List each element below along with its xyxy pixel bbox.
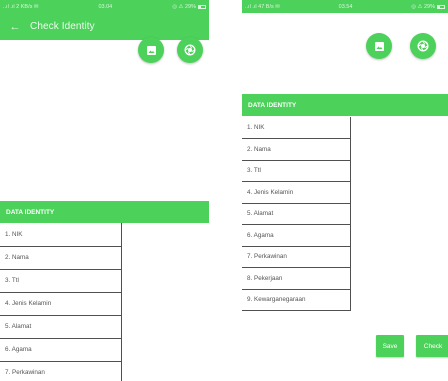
left-screen: ..ıl .ıl 2 KB/s ✉ 03.04 ◎ ⚠ 29% ← Check … xyxy=(0,0,209,381)
field-label: 3. Ttl xyxy=(242,160,350,182)
field-value xyxy=(120,223,122,247)
image-gallery-icon xyxy=(374,41,384,51)
field-value xyxy=(120,269,122,293)
table-row: 2. Nama xyxy=(0,246,122,270)
check-button[interactable]: Check xyxy=(416,335,448,357)
right-screen: ..ıl .ıl 47 B/s ✉ 03.54 ◎ ⚠ 29% DATA IDE… xyxy=(242,0,448,381)
table-row: 7. Perkawinan xyxy=(242,246,351,268)
table-row: 8. Pekerjaan xyxy=(242,267,351,290)
identity-table: 1. NIK 2. Nama 3. Ttl 4. Jenis Kelamin 5. Al… xyxy=(242,117,351,311)
table-row: 5. Alamat xyxy=(0,315,122,339)
field-label: 9. Kewarganegaraan xyxy=(242,289,350,311)
field-label: 6. Agama xyxy=(0,338,121,362)
field-label: 2. Nama xyxy=(0,246,121,270)
field-value xyxy=(120,338,122,362)
field-value xyxy=(120,292,122,316)
field-value xyxy=(120,246,122,270)
battery-icon xyxy=(197,4,206,9)
gallery-button[interactable] xyxy=(366,33,392,59)
status-bar: ..ıl .ıl 47 B/s ✉ 03.54 ◎ ⚠ 29% xyxy=(242,0,448,13)
status-indicators: ◎ ⚠ 29% xyxy=(411,3,435,10)
image-gallery-icon xyxy=(146,45,156,55)
camera-button[interactable] xyxy=(410,33,436,59)
table-row: 1. NIK xyxy=(242,117,351,139)
save-button[interactable]: Save xyxy=(376,335,404,357)
camera-button[interactable] xyxy=(177,37,203,63)
field-label: 5. Alamat xyxy=(0,315,121,339)
field-value xyxy=(349,224,351,247)
app-bar: ← Check Identity xyxy=(0,13,209,40)
table-row: 9. Kewarganegaraan xyxy=(242,289,351,311)
top-bar: ..ıl .ıl 2 KB/s ✉ 03.04 ◎ ⚠ 29% ← Check … xyxy=(0,0,209,40)
field-value xyxy=(349,117,351,139)
section-header: DATA IDENTITY xyxy=(242,94,448,116)
field-value xyxy=(120,315,122,339)
camera-shutter-icon xyxy=(184,44,196,56)
page-title: Check Identity xyxy=(30,21,95,32)
table-row: 4. Jenis Kelamin xyxy=(0,292,122,316)
table-row: 3. Ttl xyxy=(0,269,122,293)
field-label: 4. Jenis Kelamin xyxy=(0,292,121,316)
battery-icon xyxy=(437,4,445,9)
field-label: 7. Perkawinan xyxy=(0,361,121,381)
table-row: 7. Perkawinan xyxy=(0,361,122,381)
field-value xyxy=(349,289,351,311)
field-value xyxy=(349,160,351,182)
field-label: 4. Jenis Kelamin xyxy=(242,181,350,204)
field-value xyxy=(349,267,351,290)
field-label: 6. Agama xyxy=(242,224,350,247)
field-label: 1. NIK xyxy=(0,223,121,247)
table-row: 6. Agama xyxy=(0,338,122,362)
table-row: 1. NIK xyxy=(0,223,122,247)
table-row: 6. Agama xyxy=(242,224,351,247)
field-value xyxy=(120,361,122,381)
field-label: 5. Alamat xyxy=(242,203,350,225)
gallery-button[interactable] xyxy=(138,37,164,63)
field-value xyxy=(349,203,351,225)
table-row: 2. Nama xyxy=(242,138,351,161)
table-row: 5. Alamat xyxy=(242,203,351,225)
status-time: 03.54 xyxy=(338,3,353,10)
table-row: 4. Jenis Kelamin xyxy=(242,181,351,204)
identity-table: 1. NIK 2. Nama 3. Ttl 4. Jenis Kelamin 5. Al… xyxy=(0,223,122,381)
status-time: 03.04 xyxy=(98,3,113,10)
field-value xyxy=(349,138,351,161)
field-value xyxy=(349,246,351,268)
camera-shutter-icon xyxy=(417,40,429,52)
status-signal: ..ıl .ıl 47 B/s ✉ xyxy=(245,3,280,10)
field-label: 3. Ttl xyxy=(0,269,121,293)
arrow-left-icon[interactable]: ← xyxy=(0,21,30,33)
table-row: 3. Ttl xyxy=(242,160,351,182)
field-label: 1. NIK xyxy=(242,117,350,139)
field-value xyxy=(349,181,351,204)
top-bar: ..ıl .ıl 47 B/s ✉ 03.54 ◎ ⚠ 29% xyxy=(242,0,448,13)
status-signal: ..ıl .ıl 2 KB/s ✉ xyxy=(3,3,39,10)
field-label: 8. Pekerjaan xyxy=(242,267,350,290)
field-label: 2. Nama xyxy=(242,138,350,161)
section-header: DATA IDENTITY xyxy=(0,201,209,223)
status-bar: ..ıl .ıl 2 KB/s ✉ 03.04 ◎ ⚠ 29% xyxy=(0,0,209,13)
field-label: 7. Perkawinan xyxy=(242,246,350,268)
status-indicators: ◎ ⚠ 29% xyxy=(172,3,196,10)
